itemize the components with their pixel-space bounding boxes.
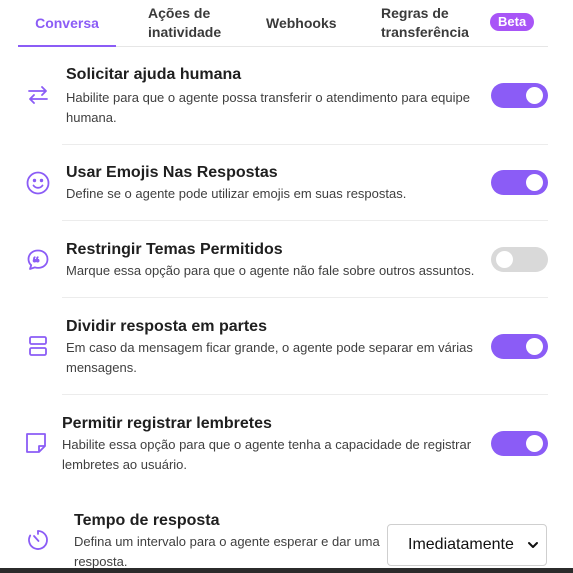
toggle-registrar-lembretes[interactable] xyxy=(491,431,548,456)
setting-title: Dividir resposta em partes xyxy=(66,318,267,335)
divider xyxy=(62,144,548,145)
tab-acoes-de-inatividade[interactable]: Ações de inatividade xyxy=(148,0,258,46)
setting-title: Tempo de resposta xyxy=(74,512,220,529)
toggle-knob xyxy=(526,435,543,452)
setting-title: Usar Emojis Nas Respostas xyxy=(66,164,278,181)
timer-icon xyxy=(26,528,50,552)
setting-description: Habilite essa opção para que o agente te… xyxy=(62,435,471,475)
tab-bar: Conversa Ações de inatividade Webhooks R… xyxy=(18,0,548,47)
setting-description-line: humana. xyxy=(66,110,117,125)
select-value: Imediatamente xyxy=(408,536,514,553)
setting-row-restringir-temas: Restringir Temas Permitidos Marque essa … xyxy=(0,237,573,297)
divider xyxy=(62,394,548,395)
setting-row-dividir-resposta: Dividir resposta em partes Em caso da me… xyxy=(0,314,573,394)
toggle-knob xyxy=(526,87,543,104)
setting-description-line: Defina um intervalo para o agente espera… xyxy=(74,534,380,549)
setting-row-solicitar-ajuda-humana: Solicitar ajuda humana Habilite para que… xyxy=(0,62,573,144)
setting-description-line: mensagens. xyxy=(66,360,137,375)
active-tab-underline xyxy=(18,45,116,47)
setting-description-line: Habilite para que o agente possa transfe… xyxy=(66,90,470,105)
quote-bubble-icon xyxy=(26,248,50,272)
toggle-knob xyxy=(526,174,543,191)
window-bottom-edge xyxy=(0,568,573,573)
tab-label: Webhooks xyxy=(266,14,337,31)
divider xyxy=(62,297,548,298)
setting-title: Restringir Temas Permitidos xyxy=(66,241,283,258)
toggle-usar-emojis[interactable] xyxy=(491,170,548,195)
response-time-select[interactable]: Imediatamente xyxy=(387,524,547,566)
divider xyxy=(62,220,548,221)
setting-row-usar-emojis: Usar Emojis Nas Respostas Define se o ag… xyxy=(0,160,573,220)
chevron-down-icon xyxy=(526,538,540,557)
setting-description-line: lembretes ao usuário. xyxy=(62,457,188,472)
smile-icon xyxy=(26,171,50,195)
setting-description: Marque essa opção para que o agente não … xyxy=(66,261,474,281)
setting-description: Habilite para que o agente possa transfe… xyxy=(66,88,470,128)
setting-description: Defina um intervalo para o agente espera… xyxy=(74,532,384,572)
setting-description-line: Marque essa opção para que o agente não … xyxy=(66,263,475,278)
setting-description: Define se o agente pode utilizar emojis … xyxy=(66,184,406,204)
split-rows-icon xyxy=(26,334,50,358)
setting-description-line: Em caso da mensagem ficar grande, o agen… xyxy=(66,340,473,355)
toggle-solicitar-ajuda-humana[interactable] xyxy=(491,83,548,108)
toggle-dividir-resposta[interactable] xyxy=(491,334,548,359)
setting-title: Permitir registrar lembretes xyxy=(62,415,272,432)
setting-description: Em caso da mensagem ficar grande, o agen… xyxy=(66,338,473,378)
tab-label: Ações de inatividade xyxy=(148,5,222,40)
tab-label: Conversa xyxy=(35,14,99,31)
tab-conversa[interactable]: Conversa xyxy=(18,0,116,47)
setting-description-line: Habilite essa opção para que o agente te… xyxy=(62,437,472,452)
toggle-restringir-temas[interactable] xyxy=(491,247,548,272)
tab-label: Regras de transferência xyxy=(381,5,469,40)
sticky-note-icon xyxy=(24,431,48,455)
setting-title: Solicitar ajuda humana xyxy=(66,66,242,83)
beta-badge: Beta xyxy=(490,13,535,31)
toggle-knob xyxy=(496,251,513,268)
arrows-swap-icon xyxy=(26,83,50,107)
tab-webhooks[interactable]: Webhooks xyxy=(266,0,346,46)
toggle-knob xyxy=(526,338,543,355)
setting-description-line: Define se o agente pode utilizar emojis … xyxy=(66,186,407,201)
setting-row-registrar-lembretes: Permitir registrar lembretes Habilite es… xyxy=(0,411,573,491)
